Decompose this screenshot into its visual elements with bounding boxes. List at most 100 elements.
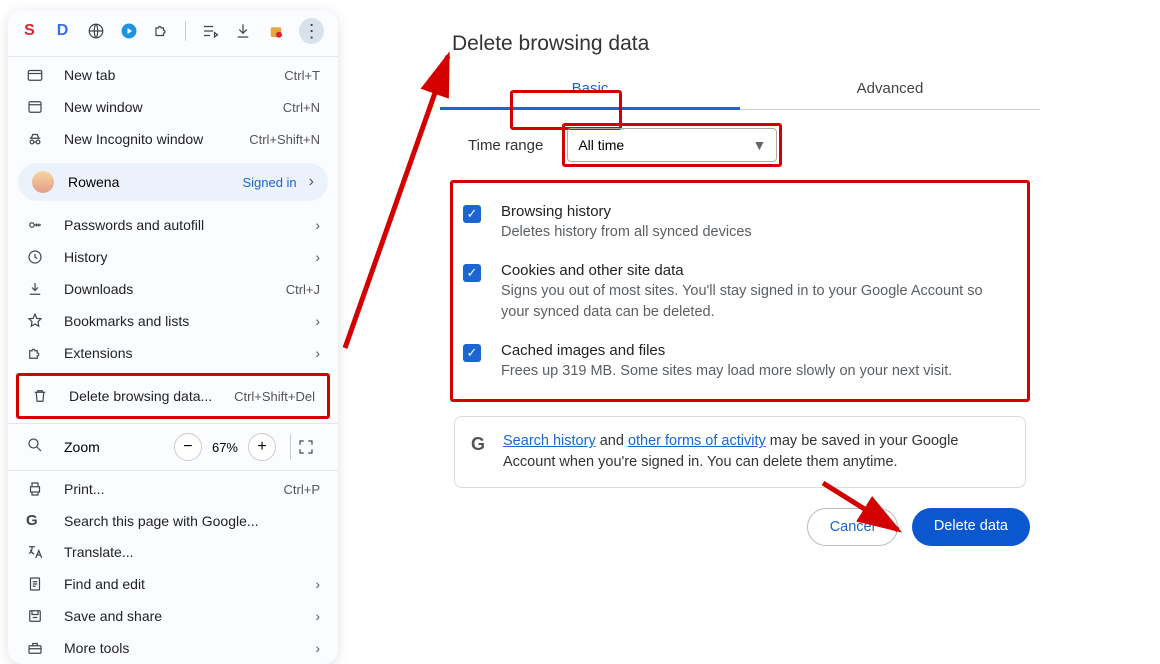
extensions-bar: S D ⋮ [8, 10, 338, 54]
label: New window [64, 99, 283, 115]
label: Delete browsing data... [69, 388, 234, 404]
menu-extensions[interactable]: Extensions › [8, 337, 338, 369]
chevron-right-icon: › [315, 576, 320, 592]
star-icon [26, 312, 48, 330]
menu-more-tools[interactable]: More tools › [8, 632, 338, 664]
zoom-icon [26, 436, 48, 459]
checkbox-checked-icon[interactable]: ✓ [463, 264, 481, 282]
delete-data-button[interactable]: Delete data [912, 508, 1030, 546]
option-desc: Signs you out of most sites. You'll stay… [501, 281, 1013, 322]
time-range-label: Time range [468, 137, 543, 154]
shortcut: Ctrl+J [286, 282, 320, 297]
shortcut: Ctrl+T [284, 68, 320, 83]
label: More tools [64, 640, 315, 656]
key-icon [26, 216, 48, 234]
globe-icon[interactable] [86, 21, 105, 41]
toolbox-icon [26, 639, 48, 657]
time-range-row: Time range All time ▼ [468, 128, 1030, 162]
option-desc: Frees up 319 MB. Some sites may load mor… [501, 361, 952, 381]
chrome-menu: S D ⋮ New tab Ctrl+T New window Ctrl+N N… [8, 10, 338, 664]
label: Zoom [64, 439, 170, 455]
menu-history[interactable]: History › [8, 241, 338, 273]
trash-icon [31, 387, 53, 405]
puzzle-icon[interactable] [152, 21, 171, 41]
profile-row[interactable]: Rowena Signed in › [18, 163, 328, 201]
tab-icon [26, 66, 48, 84]
label: Bookmarks and lists [64, 313, 315, 329]
label: Find and edit [64, 576, 315, 592]
chevron-right-icon: › [315, 249, 320, 265]
menu-bookmarks[interactable]: Bookmarks and lists › [8, 305, 338, 337]
menu-new-window[interactable]: New window Ctrl+N [8, 91, 338, 123]
bag-icon[interactable] [266, 21, 285, 41]
annotation-highlight: Delete browsing data... Ctrl+Shift+Del [16, 373, 330, 419]
option-cookies[interactable]: ✓ Cookies and other site data Signs you … [459, 250, 1021, 330]
menu-delete-browsing-data[interactable]: Delete browsing data... Ctrl+Shift+Del [21, 378, 325, 414]
download-icon[interactable] [233, 21, 252, 41]
translate-icon [26, 543, 48, 561]
label: Translate... [64, 544, 320, 560]
profile-status: Signed in [242, 175, 296, 190]
label: Downloads [64, 281, 286, 297]
ext-icon-d[interactable]: D [53, 21, 72, 41]
divider [8, 470, 338, 471]
option-cache[interactable]: ✓ Cached images and files Frees up 319 M… [459, 330, 1021, 389]
menu-new-tab[interactable]: New tab Ctrl+T [8, 59, 338, 91]
divider [185, 21, 186, 41]
option-desc: Deletes history from all synced devices [501, 222, 752, 242]
delete-browsing-data-dialog: Delete browsing data Basic Advanced Time… [440, 32, 1040, 546]
chevron-right-icon: › [315, 640, 320, 656]
print-icon [26, 480, 48, 498]
label: Passwords and autofill [64, 217, 315, 233]
google-icon: G [26, 512, 48, 529]
option-browsing-history[interactable]: ✓ Browsing history Deletes history from … [459, 191, 1021, 250]
playlist-icon[interactable] [200, 21, 219, 41]
history-icon [26, 248, 48, 266]
chevron-right-icon: › [309, 173, 314, 191]
checkbox-checked-icon[interactable]: ✓ [463, 205, 481, 223]
dialog-buttons: Cancel Delete data [450, 508, 1030, 546]
option-title: Browsing history [501, 203, 752, 220]
fullscreen-icon[interactable] [290, 434, 320, 460]
notice-text: Search history and other forms of activi… [503, 431, 1009, 473]
link-other-activity[interactable]: other forms of activity [628, 433, 766, 449]
checkbox-checked-icon[interactable]: ✓ [463, 344, 481, 362]
incognito-icon [26, 130, 48, 148]
menu-find-edit[interactable]: Find and edit › [8, 568, 338, 600]
menu-save-share[interactable]: Save and share › [8, 600, 338, 632]
zoom-in-button[interactable]: + [248, 433, 276, 461]
divider [8, 423, 338, 424]
annotation-arrow [818, 475, 913, 555]
save-icon [26, 607, 48, 625]
annotation-highlight [562, 123, 782, 167]
label: History [64, 249, 315, 265]
google-notice: G Search history and other forms of acti… [454, 416, 1026, 488]
label: Search this page with Google... [64, 513, 320, 529]
puzzle-icon [26, 344, 48, 362]
document-icon [26, 575, 48, 593]
avatar [32, 171, 54, 193]
annotation-highlight: ✓ Browsing history Deletes history from … [450, 180, 1030, 402]
chevron-right-icon: › [315, 313, 320, 329]
play-icon[interactable] [119, 21, 138, 41]
menu-passwords[interactable]: Passwords and autofill › [8, 209, 338, 241]
option-title: Cached images and files [501, 342, 952, 359]
profile-name: Rowena [68, 174, 242, 190]
link-search-history[interactable]: Search history [503, 433, 596, 449]
google-icon: G [471, 431, 485, 473]
dialog-body: Time range All time ▼ ✓ Browsing history… [440, 110, 1040, 546]
annotation-arrow [340, 48, 460, 358]
menu-incognito[interactable]: New Incognito window Ctrl+Shift+N [8, 123, 338, 155]
label: Extensions [64, 345, 315, 361]
tab-advanced[interactable]: Advanced [740, 70, 1040, 109]
label: New tab [64, 67, 284, 83]
menu-translate[interactable]: Translate... [8, 536, 338, 568]
menu-search-page[interactable]: G Search this page with Google... [8, 505, 338, 536]
ext-icon-s[interactable]: S [20, 21, 39, 41]
label: Save and share [64, 608, 315, 624]
zoom-out-button[interactable]: − [174, 433, 202, 461]
shortcut: Ctrl+P [284, 482, 320, 497]
menu-downloads[interactable]: Downloads Ctrl+J [8, 273, 338, 305]
menu-print[interactable]: Print... Ctrl+P [8, 473, 338, 505]
more-icon[interactable]: ⋮ [299, 18, 324, 44]
